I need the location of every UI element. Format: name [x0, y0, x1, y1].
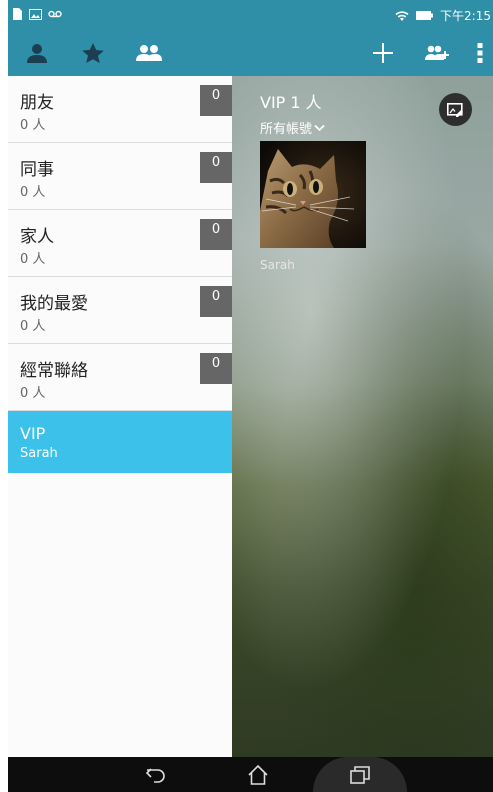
group-item-favorites[interactable]: 我的最愛 0 人 0 — [8, 277, 232, 344]
back-icon — [146, 767, 165, 783]
person-icon — [27, 44, 47, 63]
group-name: VIP — [20, 424, 46, 443]
group-name: 朋友 — [20, 93, 54, 113]
group-count: 0 人 — [20, 118, 46, 133]
contact-name: Sarah — [260, 258, 295, 272]
add-group-member-button[interactable] — [422, 30, 452, 76]
voicemail-icon — [48, 10, 62, 18]
status-bar: 下午2:15 — [8, 0, 493, 30]
group-badge: 0 — [200, 85, 232, 116]
add-button[interactable] — [368, 30, 398, 76]
battery-icon — [416, 11, 434, 20]
clock: 下午2:15 — [440, 9, 491, 23]
back-button[interactable] — [136, 757, 176, 792]
group-name: 我的最愛 — [20, 294, 88, 314]
group-icon — [136, 45, 162, 61]
add-group-icon — [425, 45, 449, 60]
group-count: 0 人 — [20, 386, 46, 401]
account-filter-dropdown[interactable]: 所有帳號 — [260, 118, 325, 137]
file-icon — [13, 8, 22, 20]
more-vert-icon — [477, 43, 483, 63]
home-icon — [248, 764, 268, 785]
group-count: 0 人 — [20, 319, 46, 334]
chevron-down-icon — [314, 124, 325, 131]
star-icon — [82, 42, 104, 63]
wifi-icon — [395, 11, 409, 21]
app-frame: 下午2:15 朋友 0 人 0 同事 0 人 0 家人 0 人 0 我的最愛 0… — [8, 0, 493, 792]
edit-group-button[interactable] — [439, 93, 472, 126]
home-button[interactable] — [238, 757, 278, 792]
group-member: Sarah — [20, 446, 58, 461]
image-icon — [29, 8, 42, 20]
group-name: 經常聯絡 — [20, 361, 88, 381]
recent-apps-icon — [350, 765, 370, 784]
navigation-bar — [8, 757, 493, 792]
group-detail-panel: VIP 1 人 所有帳號 Sarah — [232, 76, 493, 757]
group-badge: 0 — [200, 152, 232, 183]
group-name: 同事 — [20, 160, 54, 180]
group-item-friends[interactable]: 朋友 0 人 0 — [8, 76, 232, 143]
group-badge: 0 — [200, 353, 232, 384]
group-item-vip[interactable]: VIP Sarah — [8, 411, 232, 473]
edit-image-icon — [447, 102, 463, 117]
account-filter-label: 所有帳號 — [260, 122, 313, 137]
group-count: 0 人 — [20, 252, 46, 267]
favorites-tab[interactable] — [78, 30, 108, 76]
group-name: 家人 — [20, 227, 54, 247]
group-item-colleagues[interactable]: 同事 0 人 0 — [8, 143, 232, 210]
cat-photo-image — [260, 141, 366, 248]
contacts-tab[interactable] — [22, 30, 52, 76]
recent-apps-button[interactable] — [340, 757, 380, 792]
groups-tab[interactable] — [132, 30, 166, 76]
overflow-menu-button[interactable] — [470, 30, 490, 76]
contact-photo[interactable] — [260, 141, 366, 248]
group-item-frequent[interactable]: 經常聯絡 0 人 0 — [8, 344, 232, 411]
group-badge: 0 — [200, 286, 232, 317]
group-badge: 0 — [200, 219, 232, 250]
action-bar — [8, 30, 493, 76]
group-count: 0 人 — [20, 185, 46, 200]
group-list: 朋友 0 人 0 同事 0 人 0 家人 0 人 0 我的最愛 0 人 0 經常… — [8, 76, 232, 757]
plus-icon — [373, 43, 393, 63]
group-title: VIP 1 人 — [260, 93, 322, 112]
group-item-family[interactable]: 家人 0 人 0 — [8, 210, 232, 277]
